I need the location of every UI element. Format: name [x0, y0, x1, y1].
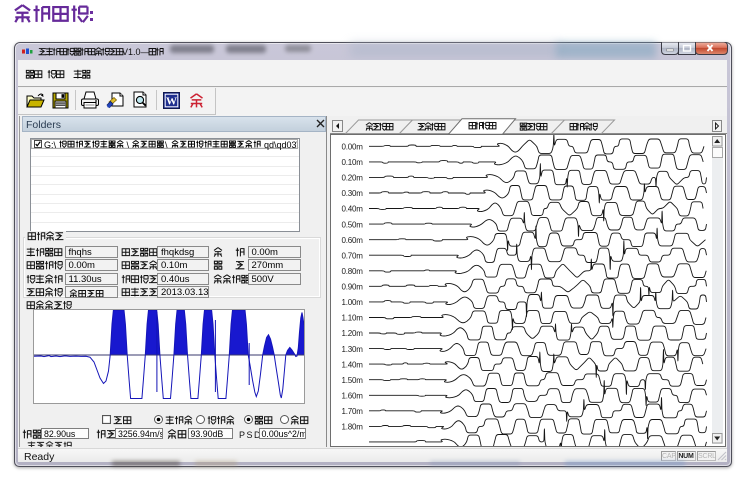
svg-text:0.80m: 0.80m: [341, 267, 363, 276]
svg-text:0.70m: 0.70m: [341, 251, 363, 260]
svg-text:1.40m: 1.40m: [341, 360, 363, 369]
svg-text:0.50m: 0.50m: [341, 220, 363, 229]
svg-text:1.00m: 1.00m: [341, 298, 363, 307]
svg-text:1.50m: 1.50m: [341, 375, 363, 384]
svg-text:1.80m: 1.80m: [341, 422, 363, 431]
svg-text:0.90m: 0.90m: [341, 282, 363, 291]
svg-text:0.20m: 0.20m: [341, 173, 363, 182]
svg-text:W: W: [166, 96, 177, 108]
svg-text:1.10m: 1.10m: [341, 313, 363, 322]
svg-text:1.20m: 1.20m: [341, 329, 363, 338]
svg-text:0.60m: 0.60m: [341, 235, 363, 244]
svg-text:1.60m: 1.60m: [341, 391, 363, 400]
svg-text:0.10m: 0.10m: [341, 158, 363, 167]
svg-text:1.30m: 1.30m: [341, 344, 363, 353]
svg-text:0.30m: 0.30m: [341, 189, 363, 198]
svg-text:1.70m: 1.70m: [341, 407, 363, 416]
svg-text:0.40m: 0.40m: [341, 204, 363, 213]
svg-text:0.00m: 0.00m: [341, 142, 363, 151]
